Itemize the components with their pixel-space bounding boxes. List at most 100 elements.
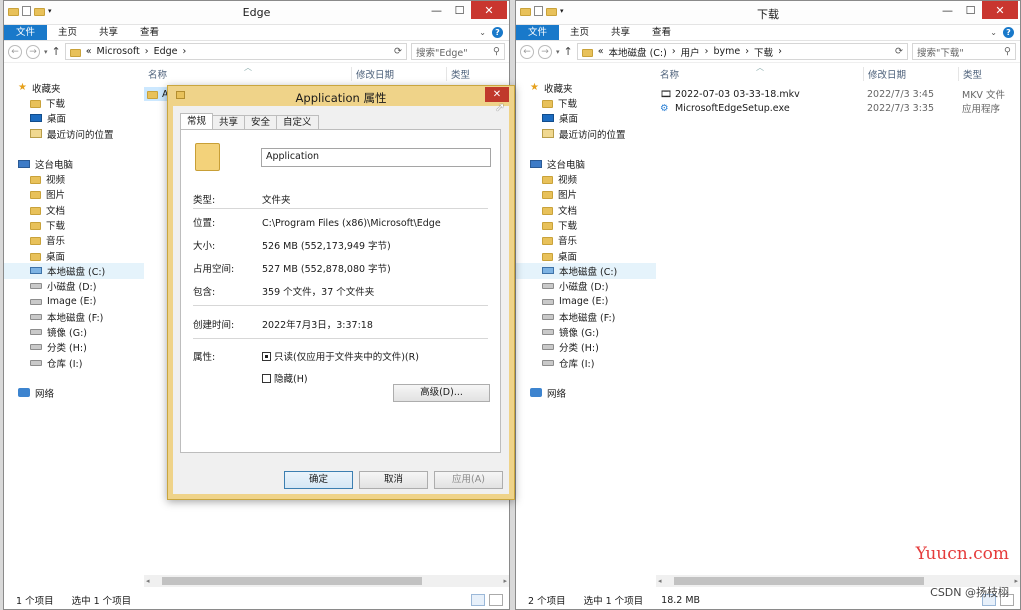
forward-button[interactable]: →: [538, 44, 552, 59]
nav-item-drive-e[interactable]: Image (E:): [4, 294, 144, 309]
breadcrumb-sep[interactable]: ›: [705, 46, 709, 57]
tab-share[interactable]: 共享: [600, 25, 641, 40]
nav-item-pictures[interactable]: 图片: [4, 187, 144, 202]
scroll-thumb[interactable]: [673, 577, 924, 585]
nav-item-drive-e[interactable]: Image (E:): [516, 294, 656, 309]
minimize-button[interactable]: —: [425, 1, 448, 19]
table-row[interactable]: ⚙ MicrosoftEdgeSetup.exe 2022/7/3 3:35 应…: [656, 101, 1020, 116]
nav-item-desktop[interactable]: 桌面: [516, 248, 656, 263]
nav-favorites[interactable]: ★ 收藏夹: [4, 80, 144, 95]
nav-item-downloads[interactable]: 下载: [4, 95, 144, 110]
breadcrumb-downloads[interactable]: 下载: [754, 45, 773, 59]
nav-item-music[interactable]: 音乐: [516, 233, 656, 248]
nav-item-drive-h[interactable]: 分类 (H:): [4, 340, 144, 355]
breadcrumb-byme[interactable]: byme: [713, 46, 740, 57]
search-input[interactable]: 搜索"Edge" ⚲: [411, 43, 505, 60]
breadcrumb-drive-c[interactable]: 本地磁盘 (C:): [609, 45, 667, 59]
up-button[interactable]: ↑: [52, 45, 61, 58]
breadcrumb-overflow[interactable]: «: [86, 46, 92, 57]
nav-this-pc[interactable]: 这台电脑: [4, 156, 144, 171]
address-box[interactable]: « Microsoft › Edge › ⟳: [64, 43, 407, 60]
nav-item-documents[interactable]: 文档: [516, 202, 656, 217]
search-input[interactable]: 搜索"下载" ⚲: [912, 43, 1016, 60]
nav-item-drive-d[interactable]: 小磁盘 (D:): [516, 279, 656, 294]
breadcrumb-sep[interactable]: ›: [778, 46, 782, 57]
breadcrumb-sep[interactable]: ›: [745, 46, 749, 57]
nav-item-drive-g[interactable]: 镜像 (G:): [516, 324, 656, 339]
column-type[interactable]: 类型: [958, 67, 982, 81]
column-name[interactable]: 名称: [656, 67, 679, 81]
nav-item-recent[interactable]: 最近访问的位置: [516, 126, 656, 141]
breadcrumb-sep[interactable]: ›: [672, 46, 676, 57]
nav-item-drive-h[interactable]: 分类 (H:): [516, 340, 656, 355]
nav-item-videos[interactable]: 视频: [516, 171, 656, 186]
nav-item-drive-c[interactable]: 本地磁盘 (C:): [516, 263, 656, 279]
scroll-thumb[interactable]: [161, 577, 422, 585]
nav-item-downloads[interactable]: 下载: [516, 217, 656, 232]
up-button[interactable]: ↑: [564, 45, 573, 58]
breadcrumb-edge[interactable]: Edge: [154, 46, 178, 57]
scroll-right-icon[interactable]: ▸: [1014, 577, 1018, 585]
nav-network[interactable]: 网络: [516, 385, 656, 400]
scroll-right-icon[interactable]: ▸: [503, 577, 507, 585]
nav-item-downloads[interactable]: 下载: [4, 217, 144, 232]
hidden-checkbox[interactable]: [262, 374, 271, 383]
readonly-checkbox[interactable]: [262, 352, 271, 361]
recent-locations-icon[interactable]: ▾: [44, 48, 48, 56]
nav-item-recent[interactable]: 最近访问的位置: [4, 126, 144, 141]
address-box[interactable]: « 本地磁盘 (C:) › 用户 › byme › 下载 › ⟳: [576, 43, 908, 60]
nav-item-desktop[interactable]: 桌面: [4, 111, 144, 126]
tab-view[interactable]: 查看: [129, 25, 170, 40]
recent-locations-icon[interactable]: ▾: [556, 48, 560, 56]
minimize-button[interactable]: —: [936, 1, 959, 19]
refresh-icon[interactable]: ⟳: [895, 46, 903, 57]
column-type[interactable]: 类型: [446, 67, 470, 81]
nav-item-drive-i[interactable]: 仓库 (I:): [516, 355, 656, 370]
name-field[interactable]: Application: [261, 148, 491, 167]
maximize-button[interactable]: ☐: [448, 1, 471, 19]
large-icons-view-icon[interactable]: [489, 594, 503, 606]
tab-home[interactable]: 主页: [47, 25, 88, 40]
dialog-title-bar[interactable]: Application 属性 ✕: [168, 86, 514, 106]
back-button[interactable]: ←: [520, 44, 534, 59]
advanced-button[interactable]: 高级(D)...: [393, 384, 490, 402]
nav-item-drive-g[interactable]: 镜像 (G:): [4, 324, 144, 339]
nav-item-drive-i[interactable]: 仓库 (I:): [4, 355, 144, 370]
column-date[interactable]: 修改日期: [351, 67, 394, 81]
breadcrumb-users[interactable]: 用户: [681, 45, 700, 59]
nav-item-pictures[interactable]: 图片: [516, 187, 656, 202]
help-icon[interactable]: ?: [1003, 27, 1014, 38]
nav-item-desktop[interactable]: 桌面: [516, 111, 656, 126]
nav-item-videos[interactable]: 视频: [4, 171, 144, 186]
details-view-icon[interactable]: [471, 594, 485, 606]
cancel-button[interactable]: 取消: [359, 471, 428, 489]
tab-sharing[interactable]: 共享: [212, 115, 246, 130]
breadcrumb-sep[interactable]: ›: [183, 46, 187, 57]
expand-ribbon-icon[interactable]: ⌄: [479, 28, 486, 37]
nav-this-pc[interactable]: 这台电脑: [516, 156, 656, 171]
tab-share[interactable]: 共享: [88, 25, 129, 40]
nav-item-downloads[interactable]: 下载: [516, 95, 656, 110]
nav-item-documents[interactable]: 文档: [4, 202, 144, 217]
tab-home[interactable]: 主页: [559, 25, 600, 40]
ok-button[interactable]: 确定: [284, 471, 353, 489]
scroll-left-icon[interactable]: ◂: [658, 577, 662, 585]
refresh-icon[interactable]: ⟳: [394, 46, 402, 57]
nav-item-drive-c[interactable]: 本地磁盘 (C:): [4, 263, 144, 279]
tab-file[interactable]: 文件: [516, 25, 560, 40]
nav-item-music[interactable]: 音乐: [4, 233, 144, 248]
tab-view[interactable]: 查看: [641, 25, 682, 40]
close-button[interactable]: ✕: [471, 1, 507, 19]
forward-button[interactable]: →: [26, 44, 40, 59]
table-row[interactable]: 🎞 2022-07-03 03-33-18.mkv 2022/7/3 3:45 …: [656, 87, 1020, 102]
breadcrumb-sep[interactable]: ›: [145, 46, 149, 57]
nav-item-drive-f[interactable]: 本地磁盘 (F:): [516, 309, 656, 324]
maximize-button[interactable]: ☐: [959, 1, 982, 19]
nav-item-drive-d[interactable]: 小磁盘 (D:): [4, 279, 144, 294]
horizontal-scrollbar[interactable]: ◂ ▸: [144, 575, 509, 587]
nav-network[interactable]: 网络: [4, 385, 144, 400]
scroll-left-icon[interactable]: ◂: [146, 577, 150, 585]
breadcrumb-overflow[interactable]: «: [598, 46, 604, 57]
nav-item-desktop[interactable]: 桌面: [4, 248, 144, 263]
tab-security[interactable]: 安全: [244, 115, 278, 130]
